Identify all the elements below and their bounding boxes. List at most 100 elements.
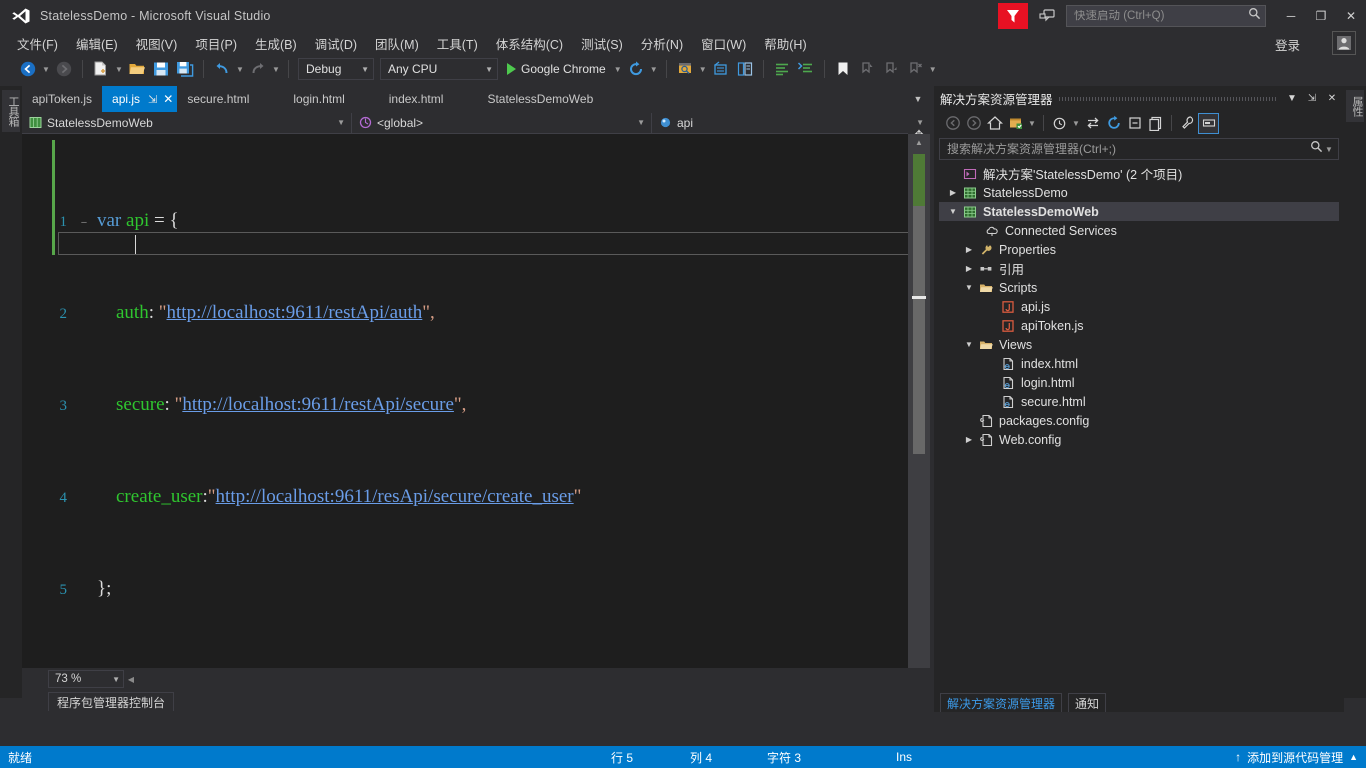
menu-analyze[interactable]: 分析(N) bbox=[632, 32, 692, 55]
menu-test[interactable]: 测试(S) bbox=[572, 32, 632, 55]
tree-item-references[interactable]: ▶ 引用 bbox=[939, 259, 1339, 278]
close-button[interactable]: ✕ bbox=[1336, 0, 1366, 32]
menu-project[interactable]: 项目(P) bbox=[186, 32, 246, 55]
minimize-button[interactable]: ─ bbox=[1276, 0, 1306, 32]
start-debug-dropdown-icon[interactable]: ▼ bbox=[612, 65, 624, 74]
menu-help[interactable]: 帮助(H) bbox=[755, 32, 815, 55]
editor-vertical-scrollbar[interactable]: ▲ ▼ bbox=[908, 134, 930, 690]
tree-item-statelessdemoweb[interactable]: ▼ StatelessDemoWeb bbox=[939, 202, 1339, 221]
tree-item-api-js[interactable]: api.js bbox=[939, 297, 1339, 316]
collapse-all-icon[interactable] bbox=[1124, 113, 1145, 134]
home-icon[interactable] bbox=[984, 113, 1005, 134]
menu-debug[interactable]: 调试(D) bbox=[306, 32, 366, 55]
tree-item-connected-services[interactable]: Connected Services bbox=[939, 221, 1339, 240]
tree-item-index-html[interactable]: index.html bbox=[939, 354, 1339, 373]
tree-item-statelessdemo[interactable]: ▶ StatelessDemo bbox=[939, 183, 1339, 202]
panel-menu-icon[interactable]: ▼ bbox=[1284, 86, 1300, 110]
code-editor-surface[interactable]: 1 − var api = { 2 auth: "http://localhos… bbox=[22, 134, 930, 690]
editor-tab-secure-html[interactable]: secure.html bbox=[177, 86, 260, 112]
editor-tab-index-html[interactable]: index.html bbox=[378, 86, 454, 112]
solution-configuration-combo[interactable]: Debug ▼ bbox=[298, 58, 374, 80]
panel-drag-dots[interactable] bbox=[1058, 86, 1279, 110]
clear-bookmarks-icon[interactable] bbox=[903, 57, 927, 81]
scroll-up-icon[interactable]: ▲ bbox=[908, 134, 930, 150]
uncomment-selection-icon[interactable] bbox=[794, 57, 818, 81]
solution-explorer-tree[interactable]: 解决方案'StatelessDemo' (2 个项目) ▶ StatelessD… bbox=[939, 164, 1339, 678]
footer-tab-notifications[interactable]: 通知 bbox=[1068, 693, 1107, 712]
tree-item-login-html[interactable]: login.html bbox=[939, 373, 1339, 392]
toolbar-overflow-icon[interactable]: ▼ bbox=[927, 65, 939, 74]
quick-launch-input[interactable] bbox=[1074, 10, 1248, 22]
expand-collapse-icon[interactable]: ▶ bbox=[961, 245, 977, 254]
footer-tab-solution-explorer[interactable]: 解决方案资源管理器 bbox=[940, 693, 1063, 712]
browser-link-icon[interactable] bbox=[673, 57, 697, 81]
tree-item-apitoken-js[interactable]: apiToken.js bbox=[939, 316, 1339, 335]
expand-collapse-icon[interactable]: ▼ bbox=[945, 207, 961, 216]
feedback-icon[interactable] bbox=[1034, 3, 1060, 29]
forward-icon[interactable] bbox=[963, 113, 984, 134]
close-tab-icon[interactable]: ✕ bbox=[163, 92, 173, 106]
expand-collapse-icon[interactable]: ▼ bbox=[961, 340, 977, 349]
expand-collapse-icon[interactable]: ▼ bbox=[961, 283, 977, 292]
solution-explorer-search-box[interactable]: ▼ bbox=[939, 138, 1339, 160]
menu-view[interactable]: 视图(V) bbox=[127, 32, 187, 55]
menu-file[interactable]: 文件(F) bbox=[8, 32, 67, 55]
pending-changes-dropdown-icon[interactable]: ▼ bbox=[1070, 119, 1082, 128]
tree-item-scripts[interactable]: ▼ Scripts bbox=[939, 278, 1339, 297]
show-all-files-icon[interactable] bbox=[1145, 113, 1166, 134]
navigate-backward-dropdown-icon[interactable]: ▼ bbox=[40, 65, 52, 74]
scroll-left-icon[interactable]: ◀ bbox=[124, 672, 138, 686]
pending-changes-filter-icon[interactable] bbox=[1005, 113, 1026, 134]
close-panel-icon[interactable]: ✕ bbox=[1324, 86, 1340, 110]
quick-launch-box[interactable] bbox=[1066, 5, 1266, 27]
undo-dropdown-icon[interactable]: ▼ bbox=[234, 65, 246, 74]
tree-item-web-config[interactable]: ▶ Web.config bbox=[939, 430, 1339, 449]
tree-item-secure-html[interactable]: secure.html bbox=[939, 392, 1339, 411]
start-debug-button[interactable]: Google Chrome bbox=[501, 58, 612, 80]
tree-item-properties[interactable]: ▶ Properties bbox=[939, 240, 1339, 259]
bookmark-icon[interactable] bbox=[831, 57, 855, 81]
toolbox-tab[interactable]: 工具箱 bbox=[2, 90, 20, 132]
navbar-project-combo[interactable]: StatelessDemoWeb ▼ bbox=[22, 112, 352, 133]
editor-tab-overflow-icon[interactable]: ▼ bbox=[910, 86, 926, 112]
solution-platform-combo[interactable]: Any CPU ▼ bbox=[380, 58, 498, 80]
solution-explorer-search-input[interactable] bbox=[947, 142, 1310, 156]
sign-in-link[interactable]: 登录 bbox=[1269, 33, 1306, 56]
editor-tab-statelessdemoweb[interactable]: StatelessDemoWeb bbox=[477, 86, 604, 112]
tree-item-solution[interactable]: 解决方案'StatelessDemo' (2 个项目) bbox=[939, 164, 1339, 183]
save-all-icon[interactable] bbox=[173, 57, 197, 81]
navigate-backward-icon[interactable] bbox=[16, 57, 40, 81]
tree-item-views[interactable]: ▼ Views bbox=[939, 335, 1339, 354]
filter-dropdown-icon[interactable]: ▼ bbox=[1026, 119, 1038, 128]
pending-changes-icon[interactable] bbox=[1049, 113, 1070, 134]
back-icon[interactable] bbox=[942, 113, 963, 134]
search-icon[interactable] bbox=[1248, 7, 1261, 25]
code-url-link[interactable]: http://localhost:9611/restApi/secure bbox=[182, 394, 454, 415]
search-options-dropdown-icon[interactable]: ▼ bbox=[1323, 145, 1335, 154]
properties-window-icon[interactable] bbox=[709, 57, 733, 81]
editor-tab-api-js[interactable]: api.js ⇲ ✕ bbox=[102, 86, 178, 112]
avatar[interactable] bbox=[1332, 31, 1356, 55]
comment-selection-icon[interactable] bbox=[770, 57, 794, 81]
chevron-down-icon[interactable]: ▼ bbox=[637, 118, 645, 127]
expand-collapse-icon[interactable]: ▶ bbox=[961, 435, 977, 444]
refresh-icon[interactable] bbox=[624, 57, 648, 81]
status-source-control-label[interactable]: 添加到源代码管理 bbox=[1247, 749, 1343, 766]
navbar-scope-combo[interactable]: <global> ▼ bbox=[352, 112, 652, 133]
preview-selected-items-icon[interactable] bbox=[1198, 112, 1219, 134]
open-file-icon[interactable] bbox=[125, 57, 149, 81]
menu-team[interactable]: 团队(M) bbox=[366, 32, 428, 55]
code-url-link[interactable]: http://localhost:9611/restApi/auth bbox=[167, 302, 423, 323]
menu-tools[interactable]: 工具(T) bbox=[428, 32, 487, 55]
tree-item-packages-config[interactable]: packages.config bbox=[939, 411, 1339, 430]
pin-tab-icon[interactable]: ⇲ bbox=[148, 93, 157, 106]
zoom-level-combo[interactable]: 73 % ▼ bbox=[48, 670, 124, 688]
chevron-down-icon[interactable]: ▼ bbox=[485, 65, 493, 74]
package-manager-console-tab[interactable]: 程序包管理器控制台 bbox=[48, 692, 175, 711]
fold-toggle-icon[interactable]: − bbox=[77, 212, 91, 235]
search-icon[interactable] bbox=[1310, 140, 1323, 158]
editor-tab-apitoken-js[interactable]: apiToken.js bbox=[22, 86, 103, 112]
redo-dropdown-icon[interactable]: ▼ bbox=[270, 65, 282, 74]
next-bookmark-icon[interactable] bbox=[879, 57, 903, 81]
horizontal-scrollbar-track[interactable] bbox=[138, 672, 926, 686]
